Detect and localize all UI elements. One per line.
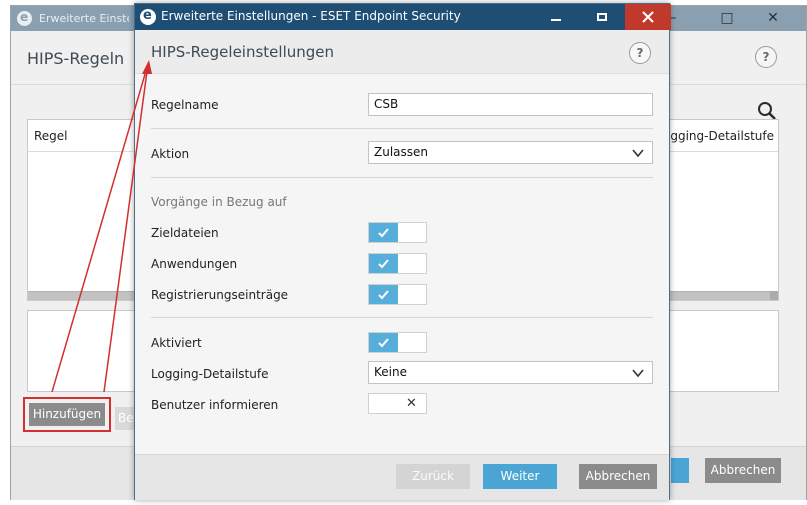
anwendungen-label: Anwendungen <box>151 257 238 271</box>
background-cancel-button[interactable]: Abbrechen <box>705 458 781 483</box>
column-header-logging[interactable]: Logging-Detailstufe <box>657 129 774 143</box>
background-help-icon[interactable]: ? <box>755 46 777 68</box>
column-header-regel[interactable]: Regel <box>34 129 68 143</box>
aktiviert-label: Aktiviert <box>151 336 202 350</box>
registrierung-label: Registrierungseinträge <box>151 288 289 302</box>
zieldateien-toggle[interactable] <box>368 222 427 243</box>
dialog-footer: Zurück Weiter Abbrechen <box>135 454 669 500</box>
registrierung-toggle[interactable] <box>368 284 427 305</box>
check-icon <box>369 285 398 304</box>
aktion-select-value: Zulassen <box>374 145 429 159</box>
eset-app-icon <box>17 10 32 26</box>
add-button[interactable]: Hinzufügen <box>29 403 105 426</box>
close-icon[interactable] <box>625 4 671 30</box>
next-button[interactable]: Weiter <box>483 464 557 489</box>
background-page-title: HIPS-Regeln <box>27 49 125 68</box>
aktion-select[interactable]: Zulassen <box>368 141 653 164</box>
divider <box>151 128 653 129</box>
eset-app-icon <box>140 8 156 25</box>
check-icon <box>369 254 398 273</box>
regelname-input[interactable]: CSB <box>368 93 653 116</box>
add-button-highlight: Hinzufügen <box>23 397 111 432</box>
zieldateien-label: Zieldateien <box>151 226 219 240</box>
maximize-icon[interactable] <box>579 4 625 30</box>
cancel-button[interactable]: Abbrechen <box>579 464 657 489</box>
logging-select-value: Keine <box>374 365 407 379</box>
x-icon: ✕ <box>406 396 417 411</box>
scrollbar-end[interactable] <box>770 291 778 300</box>
divider <box>151 317 653 318</box>
dialog-header: HIPS-Regeleinstellungen ? <box>135 30 669 74</box>
check-icon <box>369 223 398 242</box>
benutzer-informieren-toggle[interactable]: ✕ <box>368 393 427 414</box>
dialog-titlebar: Erweiterte Einstellungen - ESET Endpoint… <box>135 4 671 30</box>
chevron-down-icon <box>632 369 644 378</box>
dialog-page-title: HIPS-Regeleinstellungen <box>151 43 335 61</box>
regelname-label: Regelname <box>151 98 219 112</box>
back-button[interactable]: Zurück <box>396 464 470 489</box>
section-heading: Vorgänge in Bezug auf <box>151 195 287 209</box>
background-window-title: Erweiterte Einstell <box>39 12 129 25</box>
background-maximize-icon[interactable]: □ <box>705 6 749 31</box>
help-icon[interactable]: ? <box>629 42 651 64</box>
logging-select[interactable]: Keine <box>368 361 653 384</box>
aktiviert-toggle[interactable] <box>368 332 427 353</box>
logging-label: Logging-Detailstufe <box>151 367 269 381</box>
rule-settings-dialog: Erweiterte Einstellungen - ESET Endpoint… <box>134 3 671 500</box>
background-close-icon[interactable]: ✕ <box>751 6 795 31</box>
background-primary-button[interactable] <box>671 458 689 483</box>
check-icon <box>369 333 398 352</box>
aktion-label: Aktion <box>151 147 190 161</box>
dialog-title: Erweiterte Einstellungen - ESET Endpoint… <box>161 9 461 23</box>
benutzer-informieren-label: Benutzer informieren <box>151 398 279 412</box>
divider <box>151 177 653 178</box>
anwendungen-toggle[interactable] <box>368 253 427 274</box>
chevron-down-icon <box>632 149 644 158</box>
minimize-icon[interactable] <box>533 4 579 30</box>
